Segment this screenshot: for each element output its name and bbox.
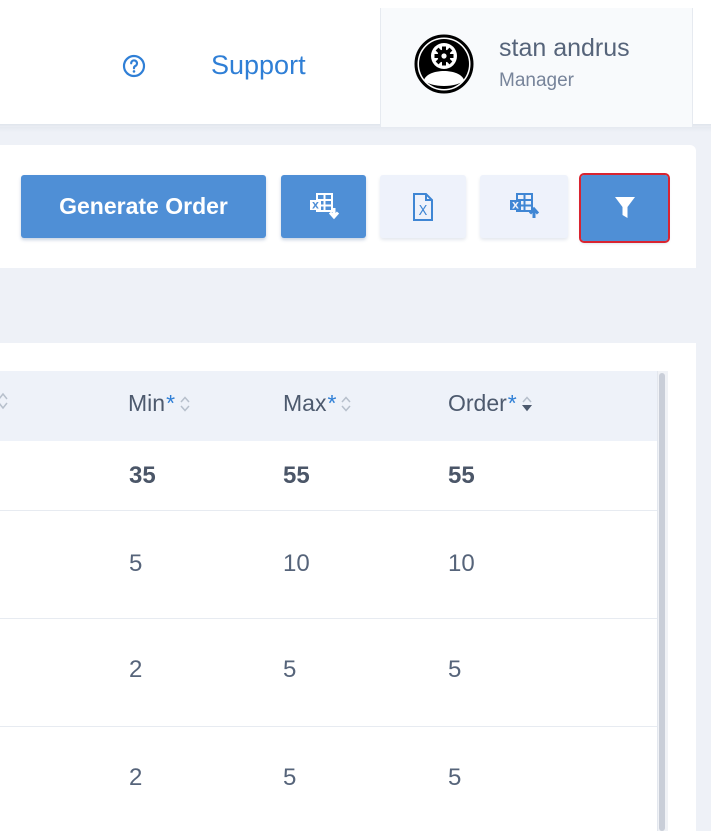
user-menu[interactable]: stan andrus Manager [380, 8, 693, 127]
column-header-min[interactable]: Min * [128, 390, 191, 417]
cell-min: 2 [129, 764, 143, 791]
column-label-min: Min [128, 390, 166, 416]
cell-max: 5 [283, 764, 297, 791]
sort-icon[interactable] [340, 393, 352, 415]
excel-file-button[interactable]: X [380, 175, 466, 238]
sort-icon[interactable] [179, 393, 191, 415]
scrollbar-thumb[interactable] [659, 373, 665, 831]
user-role: Manager [499, 70, 574, 91]
required-mark: * [327, 390, 337, 416]
cell-min: 35 [129, 462, 156, 489]
filter-button[interactable] [579, 173, 670, 243]
cell-order: 10 [448, 550, 475, 577]
cell-max: 5 [283, 656, 297, 683]
excel-import-icon: X [510, 192, 540, 218]
svg-text:X: X [512, 201, 519, 211]
filter-icon [614, 197, 635, 218]
cell-max: 10 [283, 550, 310, 577]
generate-order-button[interactable]: Generate Order [21, 175, 266, 238]
user-name: stan andrus [499, 34, 630, 62]
help-icon[interactable] [122, 54, 146, 78]
column-header-max[interactable]: Max * [283, 390, 352, 417]
svg-text:X: X [419, 204, 428, 219]
cell-order: 5 [448, 764, 462, 791]
row-divider [0, 726, 657, 727]
row-divider [0, 510, 657, 511]
sort-icon[interactable] [521, 393, 533, 415]
cell-order: 55 [448, 462, 475, 489]
column-header-order[interactable]: Order * [448, 390, 533, 417]
export-excel-button[interactable]: X [281, 175, 366, 238]
page: Support stan andrus Manager Generate Ord… [0, 0, 711, 831]
support-link[interactable]: Support [211, 50, 306, 81]
import-excel-button[interactable]: X [480, 175, 568, 238]
cell-max: 55 [283, 462, 310, 489]
svg-text:X: X [312, 201, 319, 211]
excel-export-icon: X [309, 192, 339, 219]
required-mark: * [507, 390, 517, 416]
cell-min: 5 [129, 550, 143, 577]
sort-icon[interactable] [0, 390, 10, 412]
column-label-order: Order [448, 390, 507, 416]
avatar-icon[interactable] [414, 34, 474, 94]
generate-order-label: Generate Order [59, 193, 228, 219]
cell-min: 2 [129, 656, 143, 683]
cell-order: 5 [448, 656, 462, 683]
excel-file-icon: X [413, 192, 433, 221]
row-divider [0, 618, 657, 619]
column-label-max: Max [283, 390, 327, 416]
required-mark: * [166, 390, 176, 416]
